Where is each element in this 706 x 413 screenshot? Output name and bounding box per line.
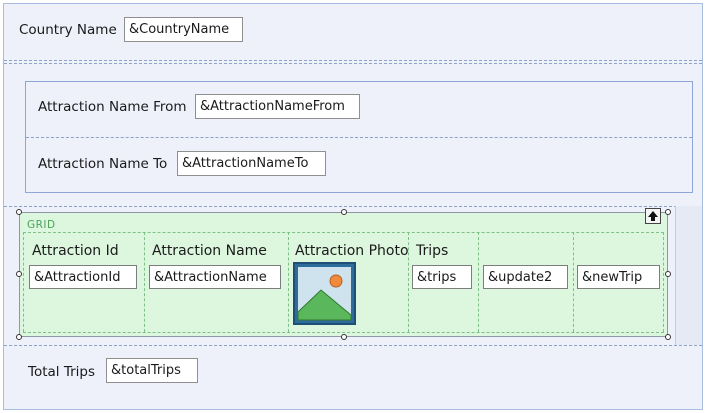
attraction-name-to-field[interactable]: &AttractionNameTo (177, 151, 326, 176)
country-name-field[interactable]: &CountryName (124, 17, 243, 42)
selection-handle[interactable] (341, 209, 347, 215)
header-separator (4, 60, 702, 61)
new-trip-field[interactable]: &newTrip (577, 265, 660, 289)
grid-inner-right (663, 232, 664, 332)
image-placeholder-icon[interactable] (293, 262, 356, 325)
selection-handle[interactable] (665, 334, 671, 340)
grid-tag: GRID (27, 219, 56, 231)
grid-col-divider (288, 232, 289, 332)
attraction-id-field[interactable]: &AttractionId (29, 265, 137, 289)
selection-handle[interactable] (665, 209, 671, 215)
grid-col-divider (478, 232, 479, 332)
selection-handle[interactable] (16, 271, 22, 277)
selection-handle[interactable] (665, 271, 671, 277)
grid-inner-top (23, 232, 664, 233)
attraction-name-to-label: Attraction Name To (38, 156, 168, 172)
update2-field[interactable]: &update2 (483, 265, 568, 289)
selection-handle[interactable] (16, 209, 22, 215)
grid-col-divider (573, 232, 574, 332)
attraction-name-from-field[interactable]: &AttractionNameFrom (195, 94, 360, 119)
selection-handle[interactable] (16, 334, 22, 340)
column-header-attraction-photo: Attraction Photo (295, 243, 409, 259)
filter-separator (26, 137, 692, 138)
grid-inner-left (23, 232, 24, 332)
selection-handle[interactable] (341, 334, 347, 340)
arrow-up-icon[interactable] (645, 208, 661, 224)
grid-col-divider (144, 232, 145, 332)
column-header-attraction-name: Attraction Name (152, 243, 267, 259)
attraction-name-field[interactable]: &AttractionName (149, 265, 281, 289)
grid-bottom-separator (4, 345, 702, 346)
grid-scroll-gutter (675, 206, 702, 345)
total-trips-field[interactable]: &totalTrips (106, 358, 198, 383)
column-header-trips: Trips (416, 243, 449, 259)
trips-field[interactable]: &trips (412, 265, 472, 289)
header-separator-2 (4, 63, 702, 64)
attraction-name-from-label: Attraction Name From (38, 99, 187, 115)
country-name-label: Country Name (19, 22, 117, 38)
grid-top-separator (4, 206, 702, 207)
column-header-attraction-id: Attraction Id (32, 243, 119, 259)
grid-inner-bottom (23, 332, 664, 333)
total-trips-label: Total Trips (28, 364, 95, 380)
